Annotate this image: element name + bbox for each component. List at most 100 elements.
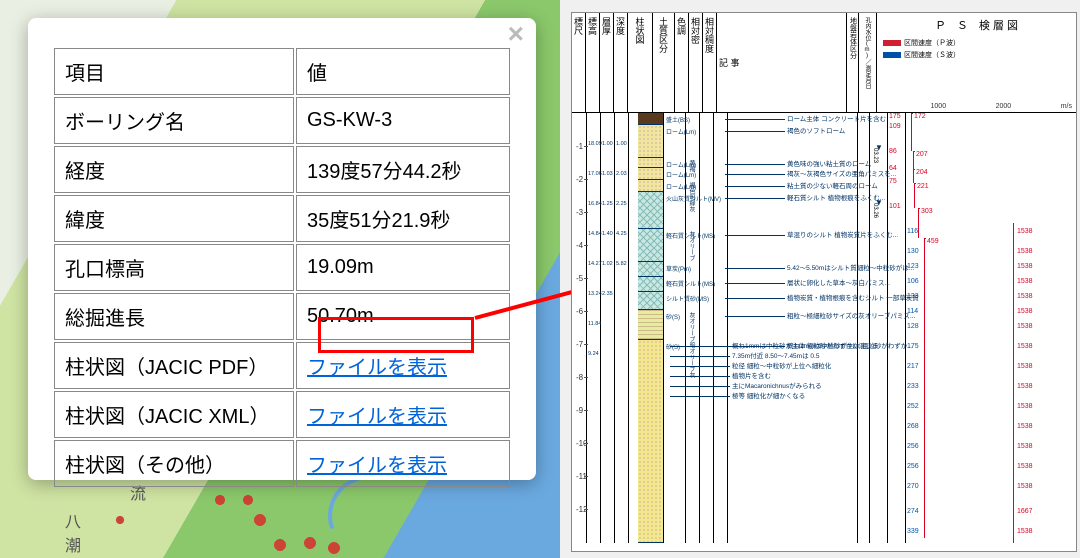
p-value-right: 1538 — [1017, 248, 1033, 255]
depth-tick: -9 — [576, 406, 583, 415]
s-value: 116 — [907, 228, 918, 235]
boring-info-table: 項目 値 ボーリング名GS-KW-3 経度139度57分44.2秒 緯度35度5… — [52, 46, 512, 489]
row-label: ボーリング名 — [54, 97, 294, 144]
s-value: 256 — [907, 463, 919, 470]
s-value: 217 — [907, 363, 919, 370]
row-label: 柱状図（JACIC XML） — [54, 391, 294, 438]
p-value-right: 1538 — [1017, 363, 1033, 370]
elev-value: 18.09 — [588, 141, 602, 147]
file-link-pdf[interactable]: ファイルを表示 — [307, 357, 447, 379]
table-row: 柱状図（JACIC PDF）ファイルを表示 — [54, 342, 510, 389]
p-value-right: 1538 — [1017, 528, 1033, 535]
color-name: 暗オリーブ灰 — [687, 342, 696, 378]
depth-value: 2.25 — [616, 201, 627, 207]
table-row: ボーリング名GS-KW-3 — [54, 97, 510, 144]
soil-name: 草炭(Pm) — [666, 264, 691, 273]
p-value-right: 1538 — [1017, 293, 1033, 300]
depth-value: 2.03 — [616, 171, 627, 177]
s-value: 130 — [907, 248, 919, 255]
soil-name: シルト質砂(MS) — [666, 294, 709, 303]
p-value-right: 1538 — [1017, 483, 1033, 490]
map-label: 八 潮 — [65, 508, 81, 556]
row-label: 総掘進長 — [54, 293, 294, 340]
p-value-right: 1538 — [1017, 403, 1033, 410]
p-value-right: 1538 — [1017, 463, 1033, 470]
col-water: 孔内水位(m)／測定月日 — [859, 13, 877, 112]
p-value-right: 1538 — [1017, 263, 1033, 270]
depth-tick: -4 — [576, 241, 583, 250]
thick-value: 1.25 — [602, 201, 613, 207]
p-value-right: 1538 — [1017, 443, 1033, 450]
soil-name: 盛土(BS) — [666, 115, 690, 124]
p-value: 221 — [917, 183, 929, 190]
row-value: ファイルを表示 — [296, 342, 510, 389]
thick-value: 1.03 — [602, 171, 613, 177]
col-depth: 深度 — [614, 13, 628, 112]
layer-note: 層状に卵化した草本～灰白パミス... — [787, 280, 890, 287]
depth-tick: -6 — [576, 307, 583, 316]
extra-note: 7.35m付近 8.50～7.45mは 0.5 — [732, 353, 819, 360]
p-value: 204 — [916, 169, 928, 176]
row-label: 孔口標高 — [54, 244, 294, 291]
row-value: 35度51分21.9秒 — [296, 195, 510, 242]
p-value: 172 — [914, 113, 926, 120]
s-value: 106 — [907, 278, 919, 285]
s-value: 270 — [907, 483, 919, 490]
file-link-xml[interactable]: ファイルを表示 — [307, 406, 447, 428]
col-reldens: 相対密 — [689, 13, 703, 112]
depth-tick: -5 — [576, 274, 583, 283]
close-icon[interactable]: × — [500, 16, 532, 52]
table-row: 総掘進長50.70m — [54, 293, 510, 340]
soil-name: 軽石質シルト(MS) — [666, 279, 715, 288]
layer-note: 軽石質シルト 植物根痕をふくむ... — [787, 195, 885, 202]
depth-value: 5.82 — [616, 261, 627, 267]
p-value: 207 — [916, 151, 928, 158]
row-label: 柱状図（その他） — [54, 440, 294, 487]
layer-note: 草混りのシルト 植物炭質片をふくむ... — [787, 232, 898, 239]
depth-value: 4.25 — [616, 231, 627, 237]
depth-value: 1.00 — [616, 141, 627, 147]
row-label: 経度 — [54, 146, 294, 193]
layer-note: 褐色のソフトローム — [787, 128, 845, 135]
extra-note: 極等 細粒化が細かくなる — [732, 393, 805, 400]
layer-note: 黄色味の強い粘土質のローム — [787, 161, 871, 168]
layer-note: 粘土質の少ない軽石周のローム — [787, 183, 878, 190]
ps-legend-p: 区間速度（Ｐ波） — [877, 37, 1076, 49]
water-triangle-icon: ▼ — [875, 143, 883, 152]
s-value: 339 — [907, 528, 919, 535]
header-key: 項目 — [54, 48, 294, 95]
p-value-right: 1538 — [1017, 278, 1033, 285]
col-color: 色調 — [675, 13, 689, 112]
s-value: 233 — [907, 383, 919, 390]
table-row: 孔口標高19.09m — [54, 244, 510, 291]
row-value: ファイルを表示 — [296, 440, 510, 487]
row-label: 緯度 — [54, 195, 294, 242]
ps-legend-s: 区間速度（Ｓ波） — [877, 49, 1076, 61]
col-scale: 標尺 — [572, 13, 586, 112]
col-thick: 層厚 — [600, 13, 614, 112]
p-value-right: 1538 — [1017, 228, 1033, 235]
ps-title: Ｐ Ｓ 検 層 図 — [877, 13, 1076, 37]
water-triangle-icon: ▼ — [875, 198, 883, 207]
p-value: 459 — [927, 238, 939, 245]
color-name: 明緑灰 — [687, 194, 696, 212]
depth-tick: -2 — [576, 175, 583, 184]
table-header-row: 項目 値 — [54, 48, 510, 95]
color-name: 褐色 — [687, 182, 696, 194]
p-value-right: 1538 — [1017, 423, 1033, 430]
depth-tick: -1 — [576, 142, 583, 151]
file-link-other[interactable]: ファイルを表示 — [307, 455, 447, 477]
depth-tick: -7 — [576, 340, 583, 349]
p-value: 101 — [889, 203, 901, 210]
row-value: GS-KW-3 — [296, 97, 510, 144]
extra-note: 粒径 細粒～中粒砂が上位へ細粒化 — [732, 363, 831, 370]
elev-value: 17.06 — [588, 171, 602, 177]
p-value-right: 1538 — [1017, 343, 1033, 350]
p-value-right: 1538 — [1017, 323, 1033, 330]
extra-note: 概ね1mmは中粒砂が主体 粗粒砂がわずかに混じる — [732, 343, 878, 350]
p-value: 175 — [889, 113, 901, 120]
extra-note: 主にMacaronichnusがみられる — [732, 383, 822, 390]
s-value: 256 — [907, 443, 919, 450]
row-value: 19.09m — [296, 244, 510, 291]
elev-value: 14.84 — [588, 231, 602, 237]
